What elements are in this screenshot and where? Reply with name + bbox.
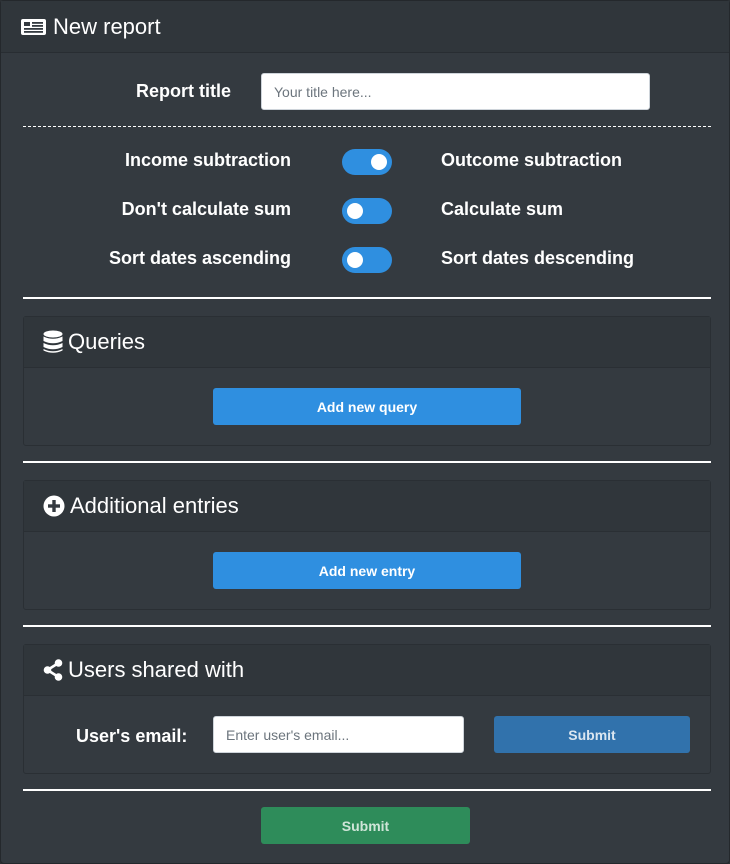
newspaper-icon	[21, 17, 47, 37]
outcome-subtraction-label: Outcome subtraction	[441, 150, 623, 170]
section-divider	[23, 789, 711, 791]
sort-ascending-label: Sort dates ascending	[108, 248, 291, 268]
section-divider	[23, 297, 711, 299]
add-entry-button[interactable]: Add new entry	[213, 552, 521, 589]
report-title-input[interactable]	[261, 73, 650, 110]
shared-title: Users shared with	[68, 657, 245, 682]
sort-toggle[interactable]	[342, 247, 392, 273]
user-email-input[interactable]	[213, 716, 464, 753]
toggle-row-subtraction: Income subtraction Outcome subtraction	[1, 148, 729, 176]
toggle-row-sort: Sort dates ascending Sort dates descendi…	[1, 246, 729, 274]
user-email-label: User's email:	[76, 726, 188, 746]
database-icon	[43, 330, 63, 354]
toggle-knob	[347, 203, 363, 219]
report-title-label: Report title	[136, 81, 232, 101]
add-query-button[interactable]: Add new query	[213, 388, 521, 425]
plus-circle-icon	[43, 495, 65, 517]
queries-header: Queries	[24, 317, 710, 368]
submit-report-button[interactable]: Submit	[261, 807, 470, 844]
toggle-knob	[371, 154, 387, 170]
dont-calculate-sum-label: Don't calculate sum	[121, 199, 291, 219]
queries-title: Queries	[68, 329, 146, 354]
calculate-sum-label: Calculate sum	[441, 199, 564, 219]
shared-header: Users shared with	[24, 645, 710, 696]
new-report-card: New report Report title Income subtracti…	[0, 0, 730, 864]
toggle-row-sum: Don't calculate sum Calculate sum	[1, 197, 729, 225]
subtraction-toggle[interactable]	[342, 149, 392, 175]
report-title-row: Report title	[1, 73, 729, 110]
toggle-knob	[347, 252, 363, 268]
entries-title: Additional entries	[70, 493, 239, 518]
page-title: New report	[53, 13, 161, 39]
section-divider	[23, 625, 711, 627]
sum-toggle[interactable]	[342, 198, 392, 224]
income-subtraction-label: Income subtraction	[124, 150, 291, 170]
dashed-divider	[23, 126, 711, 127]
share-submit-button[interactable]: Submit	[494, 716, 690, 753]
share-icon	[43, 659, 63, 681]
shared-section: Users shared with User's email: Submit	[23, 644, 711, 774]
queries-section: Queries Add new query	[23, 316, 711, 446]
entries-header: Additional entries	[24, 481, 710, 532]
section-divider	[23, 461, 711, 463]
card-header: New report	[1, 1, 729, 53]
entries-section: Additional entries Add new entry	[23, 480, 711, 610]
sort-descending-label: Sort dates descending	[441, 248, 635, 268]
